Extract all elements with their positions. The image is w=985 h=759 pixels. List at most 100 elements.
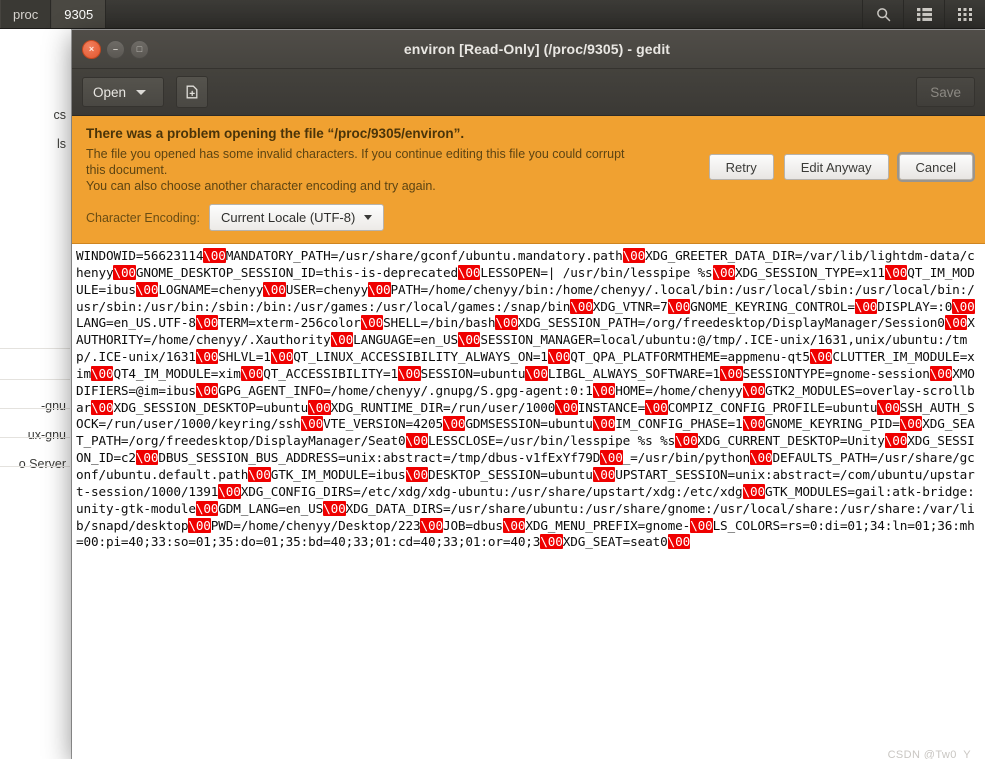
nul-byte-marker: \00 xyxy=(420,517,443,533)
retry-button[interactable]: Retry xyxy=(708,154,774,180)
list-view-icon[interactable] xyxy=(903,0,944,28)
divider xyxy=(0,437,70,438)
nul-byte-marker: \00 xyxy=(712,264,736,280)
nul-byte-marker: \00 xyxy=(809,349,833,365)
nul-byte-marker: \00 xyxy=(750,450,773,466)
nul-byte-marker: \00 xyxy=(592,382,616,398)
grid-view-icon[interactable] xyxy=(944,0,985,28)
list-item[interactable]: -gnu xyxy=(0,392,70,420)
nul-byte-marker: \00 xyxy=(113,264,136,280)
nul-byte-marker: \00 xyxy=(308,399,331,415)
nul-byte-marker: \00 xyxy=(90,365,114,381)
save-button-label: Save xyxy=(930,84,961,100)
list-item[interactable]: cs xyxy=(0,101,70,129)
info-bar-body: The file you opened has some invalid cha… xyxy=(86,146,646,194)
nul-byte-marker: \00 xyxy=(195,382,219,398)
nul-byte-marker: \00 xyxy=(675,433,698,449)
nul-byte-marker: \00 xyxy=(300,416,324,432)
document-content[interactable]: WINDOWID=56623114\00MANDATORY_PATH=/usr/… xyxy=(76,248,979,551)
nul-byte-marker: \00 xyxy=(884,433,908,449)
breadcrumb: proc 9305 xyxy=(0,0,107,28)
nul-byte-marker: \00 xyxy=(360,315,384,331)
nul-byte-marker: \00 xyxy=(555,399,578,415)
save-button[interactable]: Save xyxy=(916,77,975,107)
breadcrumb-item-9305[interactable]: 9305 xyxy=(51,0,107,28)
gedit-window: × – □ environ [Read-Only] (/proc/9305) -… xyxy=(72,30,985,759)
divider xyxy=(0,466,70,467)
nul-byte-marker: \00 xyxy=(195,315,219,331)
character-encoding-select[interactable]: Current Locale (UTF-8) xyxy=(208,204,385,231)
breadcrumb-item-proc[interactable]: proc xyxy=(0,0,52,28)
nul-byte-marker: \00 xyxy=(502,517,526,533)
divider xyxy=(0,379,70,380)
nul-byte-marker: \00 xyxy=(720,365,743,381)
nul-byte-marker: \00 xyxy=(952,298,975,314)
nul-byte-marker: \00 xyxy=(944,315,968,331)
page-title: environ [Read-Only] (/proc/9305) - gedit xyxy=(403,41,671,57)
nul-byte-marker: \00 xyxy=(457,332,481,348)
nul-byte-marker: \00 xyxy=(854,298,878,314)
minimize-icon[interactable]: – xyxy=(106,39,125,59)
nul-byte-marker: \00 xyxy=(368,281,391,297)
info-bar-body-line2: You can also choose another character en… xyxy=(86,179,436,193)
nul-byte-marker: \00 xyxy=(240,365,264,381)
nul-byte-marker: \00 xyxy=(405,433,428,449)
info-bar-title: There was a problem opening the file “/p… xyxy=(86,126,465,141)
nul-byte-marker: \00 xyxy=(203,248,226,263)
nul-byte-marker: \00 xyxy=(525,365,548,381)
edit-anyway-button[interactable]: Edit Anyway xyxy=(783,154,889,180)
close-icon[interactable]: × xyxy=(82,39,101,59)
nul-byte-marker: \00 xyxy=(600,450,623,466)
info-bar-body-line1: The file you opened has some invalid cha… xyxy=(86,147,625,177)
open-button-label: Open xyxy=(93,84,127,100)
list-item[interactable]: ls xyxy=(0,130,70,158)
text-editor-area[interactable]: WINDOWID=56623114\00MANDATORY_PATH=/usr/… xyxy=(72,244,985,759)
nul-byte-marker: \00 xyxy=(195,500,219,516)
nul-byte-marker: \00 xyxy=(263,281,286,297)
nul-byte-marker: \00 xyxy=(667,534,691,550)
nul-byte-marker: \00 xyxy=(405,466,428,482)
nul-byte-marker: \00 xyxy=(270,349,294,365)
nul-byte-marker: \00 xyxy=(622,248,646,263)
nul-byte-marker: \00 xyxy=(742,416,765,432)
nul-byte-marker: \00 xyxy=(188,517,211,533)
background-header-bar: proc 9305 xyxy=(0,0,985,29)
chevron-down-icon xyxy=(364,215,373,220)
nul-byte-marker: \00 xyxy=(540,534,563,550)
maximize-glyph: □ xyxy=(136,43,143,54)
nul-byte-marker: \00 xyxy=(645,399,668,415)
nul-byte-marker: \00 xyxy=(742,483,765,499)
cancel-button[interactable]: Cancel xyxy=(898,154,973,180)
nul-byte-marker: \00 xyxy=(457,264,481,280)
nul-byte-marker: \00 xyxy=(398,365,421,381)
nul-byte-marker: \00 xyxy=(592,466,616,482)
gedit-toolbar: Open Save xyxy=(72,69,985,116)
nul-byte-marker: \00 xyxy=(877,399,900,415)
watermark: CSDN @Tw0_Y xyxy=(887,749,971,759)
divider xyxy=(0,408,70,409)
window-title-bar: × – □ environ [Read-Only] (/proc/9305) -… xyxy=(72,30,985,69)
nul-byte-marker: \00 xyxy=(248,466,271,482)
character-encoding-label: Character Encoding: xyxy=(86,210,200,225)
nul-byte-marker: \00 xyxy=(899,416,923,432)
nul-byte-marker: \00 xyxy=(570,298,593,314)
list-item[interactable]: o Server xyxy=(0,450,70,478)
new-document-icon[interactable] xyxy=(176,76,208,108)
open-button[interactable]: Open xyxy=(82,77,164,107)
list-item[interactable]: ux-gnu xyxy=(0,421,70,449)
nul-byte-marker: \00 xyxy=(135,281,159,297)
info-bar-actions: Retry Edit Anyway Cancel xyxy=(708,154,973,180)
maximize-icon[interactable]: □ xyxy=(130,39,149,59)
nul-byte-marker: \00 xyxy=(690,517,713,533)
nul-byte-marker: \00 xyxy=(547,349,571,365)
nul-byte-marker: \00 xyxy=(592,416,616,432)
background-header-actions xyxy=(862,0,985,28)
nul-byte-marker: \00 xyxy=(323,500,346,516)
nul-byte-marker: \00 xyxy=(667,298,691,314)
search-icon[interactable] xyxy=(862,0,903,28)
nul-byte-marker: \00 xyxy=(442,416,466,432)
close-glyph: × xyxy=(88,43,95,54)
nul-byte-marker: \00 xyxy=(884,264,908,280)
minimize-glyph: – xyxy=(112,43,118,54)
character-encoding-value: Current Locale (UTF-8) xyxy=(220,210,356,225)
